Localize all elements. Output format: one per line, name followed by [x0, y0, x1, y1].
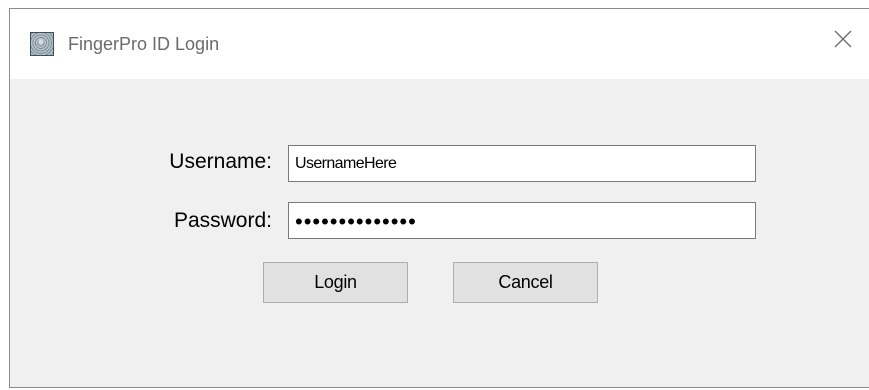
- password-label: Password:: [173, 209, 272, 232]
- cancel-button[interactable]: Cancel: [453, 262, 598, 303]
- username-label: Username:: [169, 150, 272, 173]
- username-input[interactable]: [288, 145, 756, 182]
- close-icon: [834, 30, 852, 48]
- login-dialog: FingerPro ID Login Username: Password: L…: [9, 8, 869, 388]
- window-title: FingerPro ID Login: [68, 34, 220, 54]
- fingerprint-icon: [30, 32, 54, 56]
- title-bar[interactable]: FingerPro ID Login: [10, 9, 869, 79]
- password-input[interactable]: [288, 202, 756, 239]
- login-button[interactable]: Login: [263, 262, 408, 303]
- close-button[interactable]: [827, 23, 859, 55]
